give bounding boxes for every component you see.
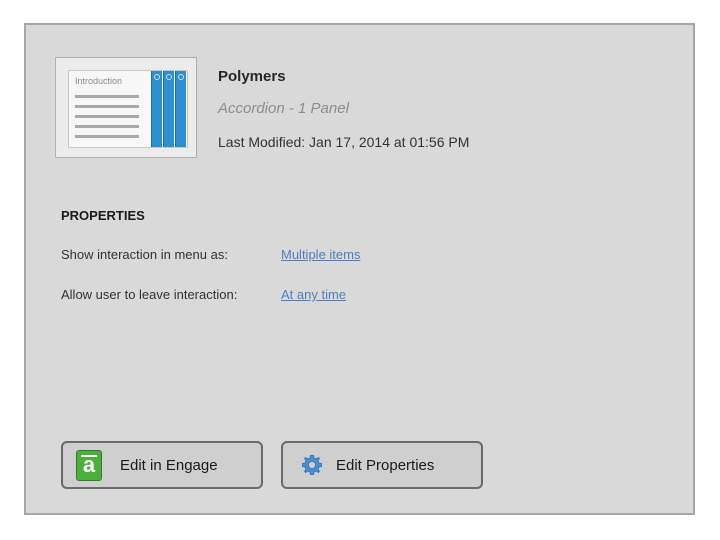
accordion-tab [163, 71, 174, 147]
interaction-title: Polymers [218, 68, 286, 85]
tab-circle-icon [166, 74, 172, 80]
thumbnail-text-line [75, 95, 139, 98]
edit-properties-label: Edit Properties [336, 457, 435, 474]
edit-in-engage-button[interactable]: a Edit in Engage [61, 441, 263, 489]
gear-icon [302, 455, 322, 475]
leave-interaction-link[interactable]: At any time [281, 287, 346, 302]
last-modified: Last Modified: Jan 17, 2014 at 01:56 PM [218, 134, 470, 150]
menu-display-link[interactable]: Multiple items [281, 247, 360, 262]
engage-icon: a [76, 450, 102, 481]
edit-properties-button[interactable]: Edit Properties [281, 441, 483, 489]
interaction-type: Accordion - 1 Panel [218, 100, 349, 117]
accordion-tab [151, 71, 162, 147]
interaction-panel: Introduction Polymers Accordion - 1 Pane… [24, 23, 695, 515]
menu-display-label: Show interaction in menu as: [61, 247, 228, 262]
thumbnail-text-line [75, 105, 139, 108]
accordion-tab [175, 71, 186, 147]
tab-circle-icon [154, 74, 160, 80]
thumbnail-text-line [75, 115, 139, 118]
tab-circle-icon [178, 74, 184, 80]
properties-heading: PROPERTIES [61, 208, 145, 223]
thumbnail-text-line [75, 135, 139, 138]
thumbnail-page: Introduction [68, 70, 188, 148]
thumbnail-text-line [75, 125, 139, 128]
edit-in-engage-label: Edit in Engage [120, 457, 218, 474]
interaction-thumbnail: Introduction [55, 57, 197, 158]
leave-interaction-label: Allow user to leave interaction: [61, 287, 238, 302]
thumbnail-intro-label: Introduction [75, 76, 123, 86]
